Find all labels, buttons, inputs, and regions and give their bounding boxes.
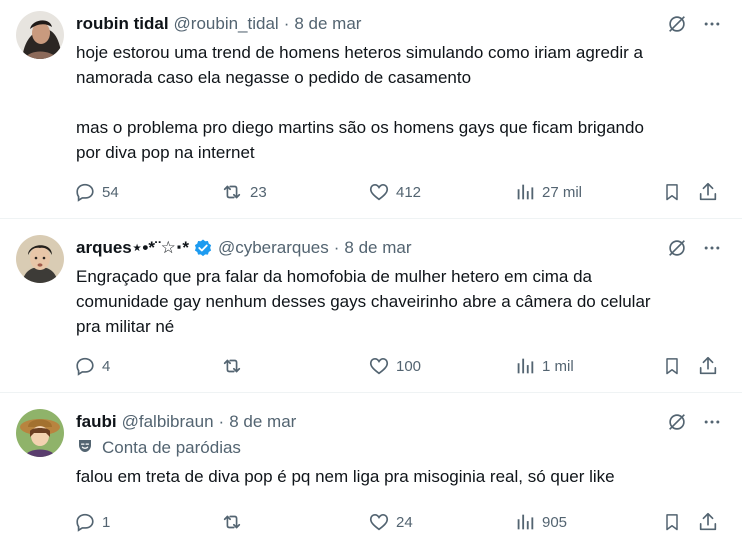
views-button[interactable]: 1 mil bbox=[514, 352, 574, 380]
parody-label: Conta de paródias bbox=[76, 437, 241, 459]
tweet-date[interactable]: 8 de mar bbox=[294, 14, 361, 34]
tweet[interactable]: roubin tidal @roubin_tidal · 8 de mar ho… bbox=[0, 0, 742, 219]
more-icon[interactable] bbox=[702, 14, 722, 34]
parody-mask-icon bbox=[76, 437, 94, 460]
views-button[interactable]: 905 bbox=[514, 508, 567, 536]
tweet-text: Engraçado que pra falar da homofobia de … bbox=[76, 264, 718, 339]
retweet-count: 23 bbox=[250, 183, 267, 201]
tweet[interactable]: arques⋆•*¨☆⋅* @cyberarques · 8 de mar En… bbox=[0, 219, 742, 393]
like-count: 24 bbox=[396, 513, 413, 531]
retweet-button[interactable]: 23 bbox=[220, 178, 267, 206]
tweet-header-actions bbox=[666, 13, 722, 35]
bookmark-icon bbox=[662, 355, 682, 377]
share-icon bbox=[697, 181, 719, 203]
more-icon[interactable] bbox=[702, 238, 722, 258]
like-icon bbox=[368, 511, 390, 533]
tweet-text-line: hoje estorou uma trend de homens heteros… bbox=[76, 43, 643, 62]
avatar[interactable] bbox=[16, 409, 64, 457]
separator-dot: · bbox=[283, 14, 290, 33]
avatar[interactable] bbox=[16, 235, 64, 283]
views-count: 905 bbox=[542, 513, 568, 531]
share-icon bbox=[697, 511, 719, 533]
tweet-text-line: comunidade gay nenhum desses gays chavei… bbox=[76, 292, 651, 311]
tweet-text-line: falou em treta de diva pop é pq nem liga… bbox=[76, 467, 615, 486]
reply-count: 1 bbox=[102, 513, 111, 531]
like-count: 412 bbox=[396, 183, 422, 201]
share-button[interactable] bbox=[697, 178, 719, 206]
reply-count: 4 bbox=[102, 357, 111, 375]
tweet[interactable]: faubi @falbibraun · 8 de mar Conta de pa… bbox=[0, 393, 742, 549]
views-count: 27 mil bbox=[542, 183, 583, 201]
user-handle[interactable]: @falbibraun bbox=[122, 412, 214, 432]
share-button[interactable] bbox=[697, 508, 719, 536]
reply-count: 54 bbox=[102, 183, 119, 201]
display-name[interactable]: faubi bbox=[76, 412, 117, 432]
reply-icon bbox=[74, 355, 96, 377]
user-handle[interactable]: @roubin_tidal bbox=[174, 14, 279, 34]
retweet-button[interactable] bbox=[220, 508, 250, 536]
bookmark-button[interactable] bbox=[662, 508, 682, 536]
user-handle[interactable]: @cyberarques bbox=[218, 238, 329, 258]
avatar[interactable] bbox=[16, 11, 64, 59]
like-button[interactable]: 100 bbox=[368, 352, 421, 380]
action-bar: 4 100 1 mil bbox=[70, 352, 718, 380]
tweet-text: falou em treta de diva pop é pq nem liga… bbox=[76, 464, 718, 489]
separator-dot: · bbox=[333, 238, 340, 257]
tweet-text-line: Engraçado que pra falar da homofobia de … bbox=[76, 267, 592, 286]
grok-icon[interactable] bbox=[666, 411, 688, 433]
reply-icon bbox=[74, 511, 96, 533]
tweet-header-actions bbox=[666, 237, 722, 259]
reply-button[interactable]: 54 bbox=[74, 178, 119, 206]
like-button[interactable]: 24 bbox=[368, 508, 413, 536]
views-icon bbox=[514, 181, 536, 203]
display-name[interactable]: arques⋆•*¨☆⋅* bbox=[76, 238, 189, 258]
bookmark-icon bbox=[662, 511, 682, 533]
like-count: 100 bbox=[396, 357, 422, 375]
like-icon bbox=[368, 355, 390, 377]
share-icon bbox=[697, 355, 719, 377]
views-count: 1 mil bbox=[542, 357, 574, 375]
retweet-icon bbox=[220, 511, 244, 533]
separator-dot: · bbox=[218, 412, 225, 431]
bookmark-button[interactable] bbox=[662, 352, 682, 380]
grok-icon[interactable] bbox=[666, 13, 688, 35]
share-button[interactable] bbox=[697, 352, 719, 380]
views-button[interactable]: 27 mil bbox=[514, 178, 582, 206]
tweet-date[interactable]: 8 de mar bbox=[229, 412, 296, 432]
retweet-button[interactable] bbox=[220, 352, 250, 380]
tweet-header: faubi @falbibraun · 8 de mar bbox=[76, 411, 722, 433]
like-button[interactable]: 412 bbox=[368, 178, 421, 206]
action-bar: 54 23 412 27 mil bbox=[70, 178, 718, 206]
bookmark-button[interactable] bbox=[662, 178, 682, 206]
like-icon bbox=[368, 181, 390, 203]
retweet-icon bbox=[220, 355, 244, 377]
tweet-text: hoje estorou uma trend de homens heteros… bbox=[76, 40, 718, 165]
tweet-header: arques⋆•*¨☆⋅* @cyberarques · 8 de mar bbox=[76, 237, 722, 259]
reply-button[interactable]: 1 bbox=[74, 508, 110, 536]
views-icon bbox=[514, 511, 536, 533]
reply-button[interactable]: 4 bbox=[74, 352, 110, 380]
grok-icon[interactable] bbox=[666, 237, 688, 259]
more-icon[interactable] bbox=[702, 412, 722, 432]
bookmark-icon bbox=[662, 181, 682, 203]
tweet-header-actions bbox=[666, 411, 722, 433]
parody-label-text: Conta de paródias bbox=[102, 438, 241, 457]
retweet-icon bbox=[220, 181, 244, 203]
display-name[interactable]: roubin tidal bbox=[76, 14, 169, 34]
action-bar: 1 24 905 bbox=[70, 508, 718, 536]
views-icon bbox=[514, 355, 536, 377]
tweet-text-line: mas o problema pro diego martins são os … bbox=[76, 118, 644, 137]
tweet-date[interactable]: 8 de mar bbox=[344, 238, 411, 258]
reply-icon bbox=[74, 181, 96, 203]
tweet-text-line: pra militar né bbox=[76, 317, 175, 336]
verified-badge-icon bbox=[193, 238, 213, 258]
tweet-text-line: por diva pop na internet bbox=[76, 143, 255, 162]
tweet-text-line: namorada caso ela negasse o pedido de ca… bbox=[76, 68, 472, 87]
tweet-header: roubin tidal @roubin_tidal · 8 de mar bbox=[76, 13, 722, 35]
